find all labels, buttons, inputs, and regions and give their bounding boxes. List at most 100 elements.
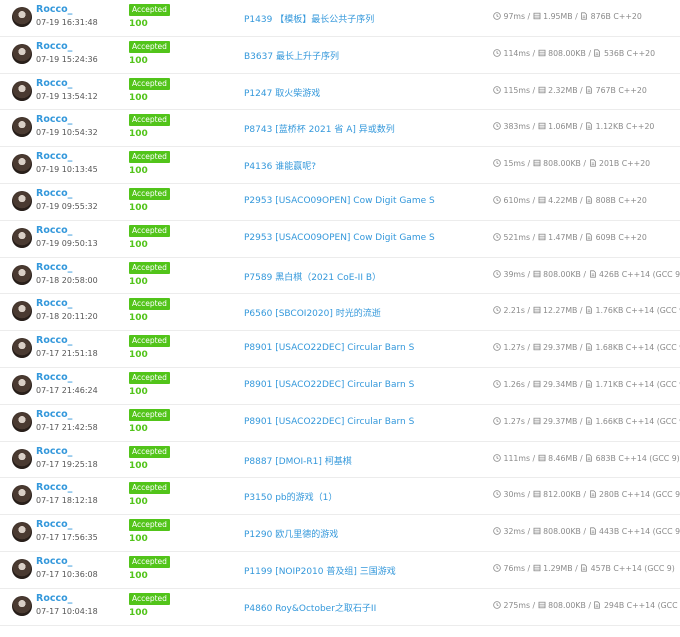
submission-meta: 275ms / 808.00KB / 294B C++14 (GCC 9) (493, 601, 680, 610)
table-row: Rocco_ 07-17 18:12:18 Accepted 100 P3150… (0, 478, 680, 516)
score: 100 (129, 497, 148, 508)
problem-link[interactable]: P7589 黑白棋（2021 CoE-II B） (244, 270, 381, 283)
meta-separator: / (577, 343, 585, 353)
problem-link[interactable]: P1439 【模板】最长公共子序列 (244, 12, 374, 25)
username-link[interactable]: Rocco_ (36, 188, 72, 199)
status-badge[interactable]: Accepted (129, 445, 170, 458)
avatar[interactable] (12, 595, 32, 616)
submission-meta: 1.27s / 29.37MB / 1.68KB C++14 (GCC 9) (493, 343, 680, 352)
username-link[interactable]: Rocco_ (36, 78, 72, 89)
status-badge[interactable]: Accepted (129, 261, 170, 274)
status-badge[interactable]: Accepted (129, 40, 170, 53)
table-row: Rocco_ 07-18 20:58:00 Accepted 100 P7589… (0, 258, 680, 295)
username-link[interactable]: Rocco_ (36, 409, 72, 420)
status-badge[interactable]: Accepted (129, 151, 170, 164)
problem-link[interactable]: P1199 [NOIP2010 普及组] 三国游戏 (244, 564, 396, 577)
meta-separator: / (530, 48, 538, 58)
problem-link[interactable]: P3150 pb的游戏（1） (244, 490, 337, 503)
clock-icon (493, 159, 501, 167)
table-row: Rocco_ 07-19 16:31:48 Accepted 100 P1439… (0, 0, 680, 37)
score: 100 (129, 92, 148, 103)
problem-link[interactable]: P2953 [USACO09OPEN] Cow Digit Game S (244, 233, 435, 243)
status-badge[interactable]: Accepted (129, 4, 170, 16)
problem-link[interactable]: P4136 谁能赢呢? (244, 159, 316, 172)
problem-link[interactable]: P8887 [DMOI-R1] 柯基棋 (244, 454, 352, 467)
avatar[interactable] (12, 411, 32, 432)
table-row: Rocco_ 07-19 10:54:32 Accepted 100 P8743… (0, 110, 680, 148)
username-link[interactable]: Rocco_ (36, 446, 72, 457)
status-badge[interactable]: Accepted (129, 482, 170, 495)
username-link[interactable]: Rocco_ (36, 372, 72, 383)
avatar[interactable] (12, 43, 32, 64)
problem-link[interactable]: P6560 [SBCOI2020] 时光的流逝 (244, 306, 381, 319)
problem-link[interactable]: P2953 [USACO09OPEN] Cow Digit Game S (244, 196, 435, 206)
username-link[interactable]: Rocco_ (36, 4, 72, 15)
username-link[interactable]: Rocco_ (36, 225, 72, 236)
status-badge[interactable]: Accepted (129, 77, 170, 90)
meta-separator: / (525, 12, 533, 21)
status-badge[interactable]: Accepted (129, 592, 170, 605)
status-badge[interactable]: Accepted (129, 408, 170, 421)
language: C++20 (613, 12, 642, 21)
avatar[interactable] (12, 485, 32, 506)
username-link[interactable]: Rocco_ (36, 298, 72, 309)
avatar[interactable] (12, 227, 32, 248)
avatar[interactable] (12, 80, 32, 101)
username-link[interactable]: Rocco_ (36, 335, 72, 346)
username-link[interactable]: Rocco_ (36, 114, 72, 125)
avatar[interactable] (12, 190, 32, 211)
meta-separator: / (577, 306, 585, 316)
problem-link[interactable]: P4860 Roy&October之取石子II (244, 601, 376, 614)
avatar[interactable] (12, 264, 32, 285)
status-badge[interactable]: Accepted (129, 555, 170, 568)
username-link[interactable]: Rocco_ (36, 151, 72, 162)
memory-icon (533, 490, 541, 498)
meta-separator: / (580, 490, 589, 500)
memory-icon (538, 196, 546, 204)
username-link[interactable]: Rocco_ (36, 556, 72, 567)
avatar[interactable] (12, 154, 32, 175)
problem-link[interactable]: P1290 欧几里德的游戏 (244, 527, 338, 540)
username-link[interactable]: Rocco_ (36, 482, 72, 493)
memory: 8.46MB (548, 453, 578, 463)
avatar[interactable] (12, 7, 32, 27)
code-size: 876B (590, 12, 611, 21)
username-link[interactable]: Rocco_ (36, 41, 72, 52)
code-size: 1.76KB (595, 306, 624, 316)
file-icon (585, 196, 593, 204)
runtime: 275ms (503, 600, 531, 610)
status-badge[interactable]: Accepted (129, 335, 170, 348)
status-badge[interactable]: Accepted (129, 298, 170, 311)
memory: 1.06MB (548, 122, 578, 132)
language: C++20 (621, 159, 651, 169)
avatar[interactable] (12, 338, 32, 359)
problem-link[interactable]: P8901 [USACO22DEC] Circular Barn S (244, 380, 414, 390)
username-link[interactable]: Rocco_ (36, 593, 72, 604)
problem-link[interactable]: P8743 [蓝桥杯 2021 省 A] 异或数列 (244, 122, 395, 135)
username-link[interactable]: Rocco_ (36, 262, 72, 273)
avatar[interactable] (12, 117, 32, 138)
meta-separator: / (572, 12, 581, 21)
avatar[interactable] (12, 374, 32, 395)
table-row: Rocco_ 07-19 15:24:36 Accepted 100 B3637… (0, 37, 680, 74)
problem-link[interactable]: P8901 [USACO22DEC] Circular Barn S (244, 343, 414, 353)
avatar[interactable] (12, 522, 32, 543)
status-badge[interactable]: Accepted (129, 371, 170, 384)
problem-link[interactable]: P8901 [USACO22DEC] Circular Barn S (244, 417, 414, 427)
avatar[interactable] (12, 558, 32, 579)
meta-separator: / (530, 195, 538, 205)
meta-separator: / (577, 122, 586, 132)
runtime: 97ms (503, 12, 526, 21)
username-link[interactable]: Rocco_ (36, 519, 72, 530)
status-badge[interactable]: Accepted (129, 224, 170, 237)
memory-icon (533, 306, 541, 314)
code-size: 683B (595, 453, 616, 463)
problem-link[interactable]: P1247 取火柴游戏 (244, 86, 320, 99)
avatar[interactable] (12, 301, 32, 322)
meta-separator: / (580, 159, 589, 169)
avatar[interactable] (12, 448, 32, 469)
status-badge[interactable]: Accepted (129, 519, 170, 532)
problem-link[interactable]: B3637 最长上升子序列 (244, 49, 339, 62)
status-badge[interactable]: Accepted (129, 114, 170, 127)
status-badge[interactable]: Accepted (129, 187, 170, 200)
